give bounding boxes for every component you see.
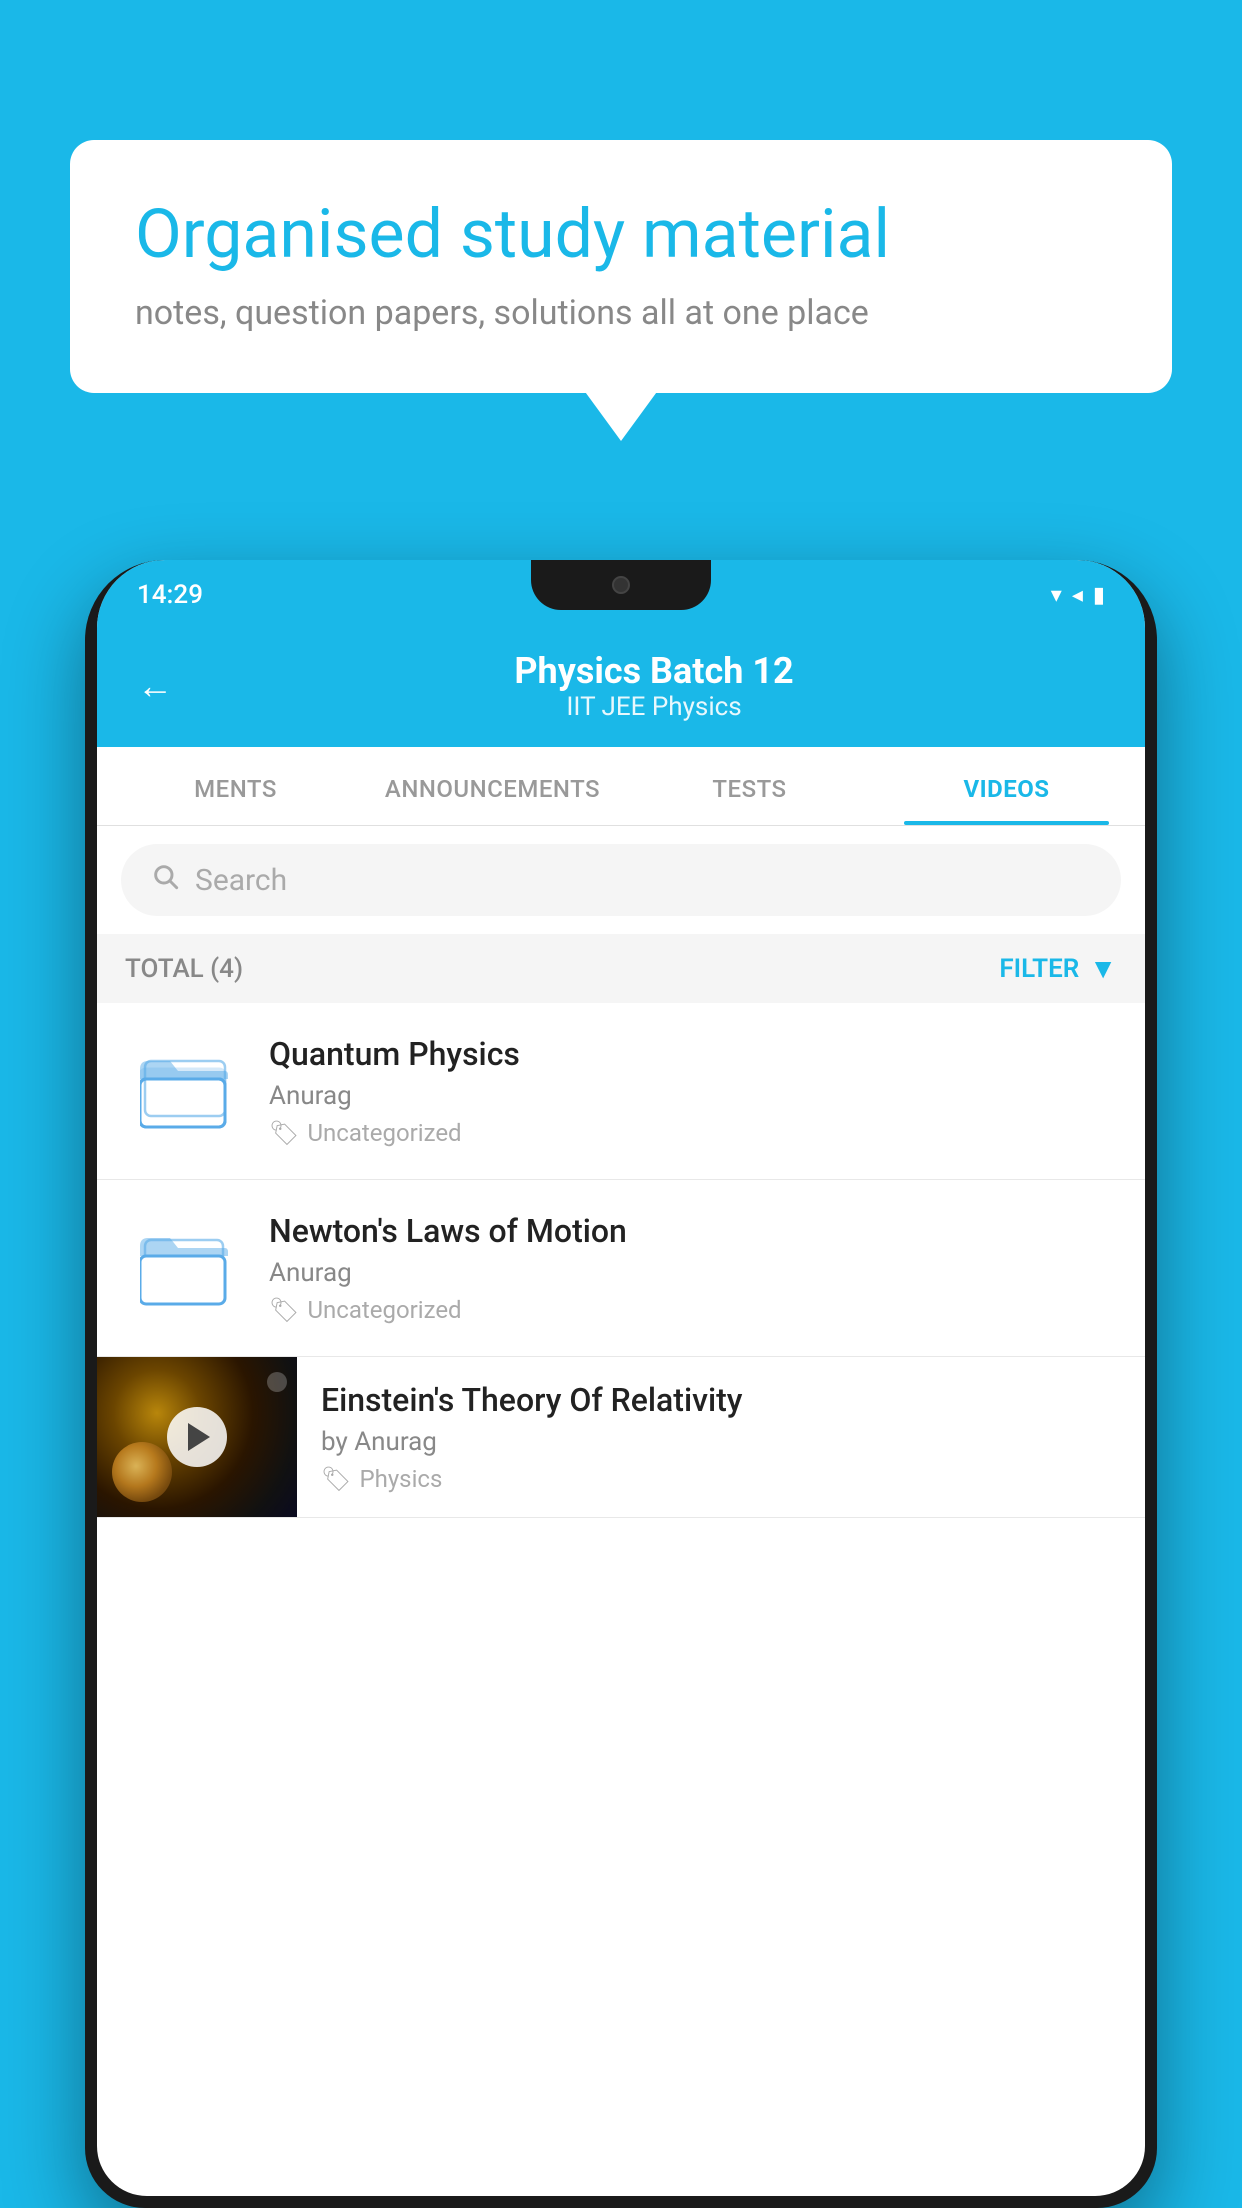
- video-title: Quantum Physics: [269, 1035, 1117, 1073]
- search-bar[interactable]: Search: [121, 844, 1121, 916]
- tag-label: Uncategorized: [307, 1119, 461, 1147]
- video-title: Newton's Laws of Motion: [269, 1212, 1117, 1250]
- video-author: Anurag: [269, 1081, 1117, 1111]
- tab-ments[interactable]: MENTS: [107, 747, 364, 825]
- total-count: TOTAL (4): [125, 954, 243, 984]
- bubble-title: Organised study material: [135, 195, 1107, 273]
- phone-screen: 14:29 ▾ ◂ ▮ ← Physics Batch 12 IIT JEE P…: [97, 560, 1145, 2196]
- video-author: Anurag: [269, 1258, 1117, 1288]
- tab-announcements[interactable]: ANNOUNCEMENTS: [364, 747, 621, 825]
- filter-button[interactable]: FILTER ▼: [999, 952, 1117, 985]
- filter-icon: ▼: [1089, 952, 1117, 985]
- search-icon: [151, 862, 179, 898]
- video-tag: 🏷 Uncategorized: [269, 1119, 1117, 1147]
- status-bar: 14:29 ▾ ◂ ▮: [97, 560, 1145, 630]
- video-thumbnail: [125, 1046, 245, 1136]
- app-header: ← Physics Batch 12 IIT JEE Physics: [97, 630, 1145, 747]
- header-titles: Physics Batch 12 IIT JEE Physics: [203, 650, 1105, 722]
- video-item[interactable]: Quantum Physics Anurag 🏷 Uncategorized: [97, 1003, 1145, 1180]
- video-thumbnail: [125, 1223, 245, 1313]
- play-button[interactable]: [167, 1407, 227, 1467]
- video-tag: 🏷 Physics: [321, 1465, 1125, 1493]
- play-icon: [188, 1423, 210, 1451]
- folder-icon: [140, 1228, 230, 1308]
- tag-label: Uncategorized: [307, 1296, 461, 1324]
- tab-videos[interactable]: VIDEOS: [878, 747, 1135, 825]
- video-item[interactable]: Newton's Laws of Motion Anurag 🏷 Uncateg…: [97, 1180, 1145, 1357]
- header-main-title: Physics Batch 12: [203, 650, 1105, 692]
- folder-icon: [140, 1051, 230, 1131]
- tag-icon: 🏷: [269, 1296, 299, 1324]
- speech-bubble-card: Organised study material notes, question…: [70, 140, 1172, 393]
- status-icons: ▾ ◂ ▮: [1051, 583, 1105, 608]
- video-info: Newton's Laws of Motion Anurag 🏷 Uncateg…: [269, 1212, 1117, 1324]
- back-button[interactable]: ←: [137, 665, 173, 707]
- status-time: 14:29: [137, 580, 203, 610]
- header-subtitle: IIT JEE Physics: [203, 692, 1105, 722]
- speech-bubble-section: Organised study material notes, question…: [70, 140, 1172, 393]
- bubble-subtitle: notes, question papers, solutions all at…: [135, 293, 1107, 333]
- video-thumbnail-image: [97, 1357, 297, 1517]
- wifi-icon: ▾: [1051, 583, 1062, 608]
- tag-icon: 🏷: [321, 1465, 351, 1493]
- camera-dot: [612, 576, 630, 594]
- tab-tests[interactable]: TESTS: [621, 747, 878, 825]
- video-title: Einstein's Theory Of Relativity: [321, 1381, 1125, 1419]
- tabs-bar: MENTS ANNOUNCEMENTS TESTS VIDEOS: [97, 747, 1145, 826]
- video-tag: 🏷 Uncategorized: [269, 1296, 1117, 1324]
- video-author: by Anurag: [321, 1427, 1125, 1457]
- filter-label: FILTER: [999, 954, 1079, 984]
- signal-icon: ◂: [1072, 583, 1083, 608]
- video-list: Quantum Physics Anurag 🏷 Uncategorized: [97, 1003, 1145, 1518]
- video-info: Quantum Physics Anurag 🏷 Uncategorized: [269, 1035, 1117, 1147]
- video-item[interactable]: Einstein's Theory Of Relativity by Anura…: [97, 1357, 1145, 1518]
- search-container: Search: [97, 826, 1145, 934]
- video-info: Einstein's Theory Of Relativity by Anura…: [321, 1361, 1145, 1513]
- filter-bar: TOTAL (4) FILTER ▼: [97, 934, 1145, 1003]
- tag-label: Physics: [359, 1465, 442, 1493]
- phone-frame: 14:29 ▾ ◂ ▮ ← Physics Batch 12 IIT JEE P…: [85, 560, 1157, 2208]
- tag-icon: 🏷: [269, 1119, 299, 1147]
- battery-icon: ▮: [1093, 583, 1105, 608]
- search-placeholder: Search: [195, 863, 287, 898]
- phone-notch: [531, 560, 711, 610]
